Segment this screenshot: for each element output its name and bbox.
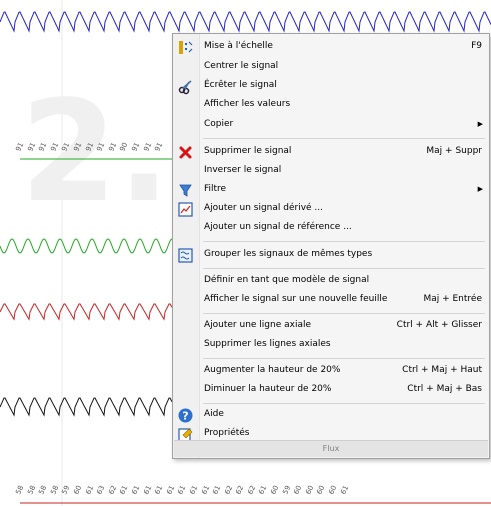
- menu-label: Mise à l'échelle: [204, 41, 273, 51]
- menu-label: Diminuer la hauteur de 20%: [204, 384, 332, 394]
- top-tick-labels: 91919191919191919190919191: [14, 141, 165, 152]
- menu-label: Inverser le signal: [204, 165, 282, 175]
- menu-label: Centrer le signal: [204, 61, 279, 71]
- menu-label: Ajouter une ligne axiale: [204, 320, 312, 330]
- menu-separator: [203, 241, 485, 242]
- menu-shortcut: Ctrl + Maj + Bas: [407, 384, 482, 394]
- menu-item-delete-signal[interactable]: Supprimer le signal Maj + Suppr: [174, 143, 488, 162]
- menu-item-show-values[interactable]: Afficher les valeurs: [174, 96, 488, 115]
- menu-item-scale[interactable]: Mise à l'échelle F9: [174, 38, 488, 57]
- scissors-icon: [178, 80, 192, 95]
- menu-item-filter[interactable]: Filtre ▶: [174, 181, 488, 200]
- menu-item-invert-signal[interactable]: Inverser le signal: [174, 162, 488, 181]
- menu-label: Ajouter un signal dérivé ...: [204, 203, 324, 213]
- black-signal-trace: [0, 397, 173, 417]
- menu-item-decrease-height[interactable]: Diminuer la hauteur de 20% Ctrl + Maj + …: [174, 381, 488, 400]
- menu-item-delete-axial-lines[interactable]: Supprimer les lignes axiales: [174, 336, 488, 355]
- scale-icon: [179, 41, 193, 54]
- menu-separator: [203, 313, 485, 314]
- menu-label: Supprimer le signal: [204, 146, 292, 156]
- help-icon: ?: [178, 408, 193, 423]
- menu-item-increase-height[interactable]: Augmenter la hauteur de 20% Ctrl + Maj +…: [174, 362, 488, 381]
- menu-label: Ajouter un signal de référence ...: [204, 222, 352, 232]
- group-signals-icon: [178, 248, 193, 263]
- menu-shortcut: F9: [471, 41, 482, 51]
- menu-label: Augmenter la hauteur de 20%: [204, 365, 341, 375]
- menu-item-add-reference-signal[interactable]: Ajouter un signal de référence ...: [174, 219, 488, 238]
- submenu-arrow-icon: ▶: [477, 120, 483, 128]
- menu-label: Propriétés: [204, 428, 250, 438]
- menu-separator: [203, 138, 485, 139]
- menu-shortcut: Maj + Suppr: [426, 146, 482, 156]
- menu-item-help[interactable]: ? Aide: [174, 406, 488, 425]
- delete-icon: [179, 146, 192, 159]
- menu-shortcut: Ctrl + Maj + Haut: [402, 365, 482, 375]
- menu-item-group-signals[interactable]: Grouper les signaux de mêmes types: [174, 246, 488, 265]
- derived-signal-icon: [178, 202, 193, 217]
- menu-item-clip-signal[interactable]: Écrêter le signal: [174, 77, 488, 96]
- blue-signal-trace: [0, 11, 491, 33]
- submenu-arrow-icon: ▶: [477, 185, 483, 193]
- menu-label: Afficher le signal sur une nouvelle feui…: [204, 294, 388, 304]
- svg-text:?: ?: [182, 410, 188, 423]
- menu-shortcut: Ctrl + Alt + Glisser: [396, 320, 482, 330]
- menu-item-copy[interactable]: Copier ▶: [174, 116, 488, 135]
- menu-separator: [203, 358, 485, 359]
- menu-shortcut: Maj + Entrée: [423, 294, 482, 304]
- menu-separator: [203, 268, 485, 269]
- menu-item-show-on-new-sheet[interactable]: Afficher le signal sur une nouvelle feui…: [174, 291, 488, 310]
- menu-label: Filtre: [204, 184, 227, 194]
- context-menu: Mise à l'échelle F9 Centrer le signal Éc…: [172, 33, 490, 459]
- menu-item-center-signal[interactable]: Centrer le signal: [174, 58, 488, 77]
- menu-item-set-as-template[interactable]: Définir en tant que modèle de signal: [174, 272, 488, 291]
- menu-label: Définir en tant que modèle de signal: [204, 275, 370, 285]
- menu-item-add-derived-signal[interactable]: Ajouter un signal dérivé ...: [174, 200, 488, 219]
- menu-label: Supprimer les lignes axiales: [204, 339, 331, 349]
- menu-label: Aide: [204, 409, 224, 419]
- green-signal-trace: [0, 238, 173, 254]
- menu-label: Afficher les valeurs: [204, 99, 291, 109]
- menu-label: Copier: [204, 119, 234, 129]
- menu-footer: Flux: [174, 440, 488, 457]
- menu-label: Grouper les signaux de mêmes types: [204, 249, 373, 259]
- menu-label: Écrêter le signal: [204, 80, 277, 90]
- red-signal-trace: [0, 303, 173, 321]
- filter-icon: [179, 184, 192, 197]
- menu-separator: [203, 403, 485, 404]
- menu-item-add-axial-line[interactable]: Ajouter une ligne axiale Ctrl + Alt + Gl…: [174, 317, 488, 336]
- bottom-tick-labels: 5858585859606163626161616161616161616262…: [14, 484, 350, 495]
